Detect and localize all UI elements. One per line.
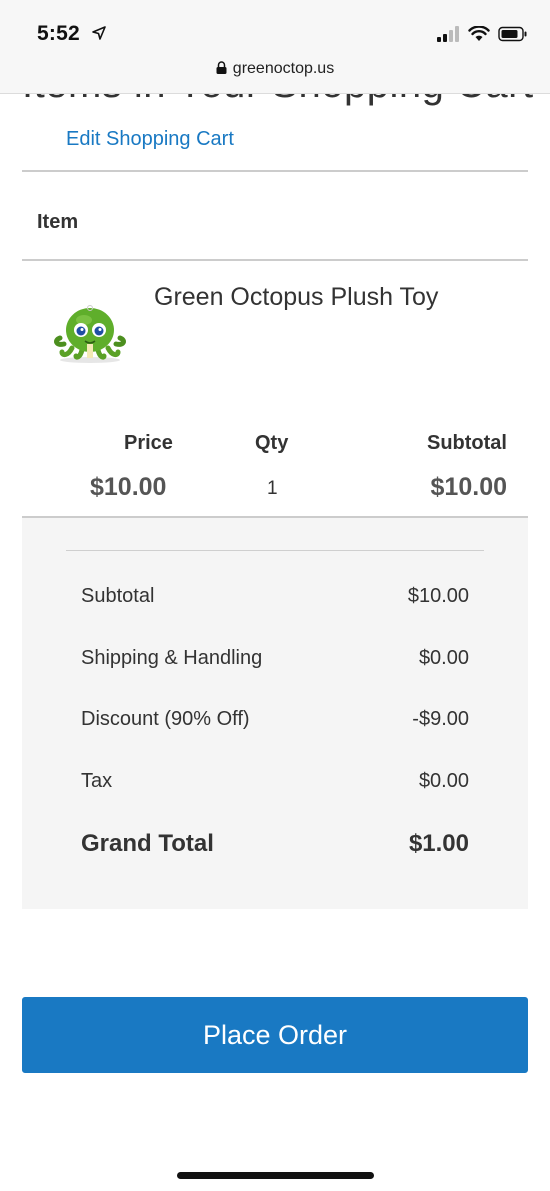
product-name[interactable]: Green Octopus Plush Toy bbox=[154, 283, 438, 312]
totals-row-discount: Discount (90% Off) -$9.00 bbox=[81, 708, 469, 731]
lock-icon bbox=[216, 61, 227, 74]
browser-chrome: 5:52 greenoctop.us bbox=[0, 0, 550, 94]
item-column-header: Item bbox=[37, 211, 79, 233]
totals-row-shipping: Shipping & Handling $0.00 bbox=[81, 647, 469, 670]
divider bbox=[22, 259, 528, 261]
qty-label: Qty bbox=[255, 432, 289, 454]
grand-total-row: Grand Total $1.00 bbox=[81, 830, 469, 858]
address-bar[interactable]: greenoctop.us bbox=[0, 60, 550, 78]
home-indicator[interactable] bbox=[177, 1172, 374, 1179]
edit-shopping-cart-link[interactable]: Edit Shopping Cart bbox=[66, 128, 234, 151]
divider bbox=[22, 170, 528, 172]
url-text: greenoctop.us bbox=[232, 60, 335, 77]
grand-total-value: $1.00 bbox=[408, 830, 469, 857]
totals-label: Shipping & Handling bbox=[81, 647, 263, 669]
totals-value: $0.00 bbox=[418, 770, 469, 792]
totals-label: Subtotal bbox=[81, 585, 155, 607]
totals-divider bbox=[66, 550, 484, 551]
grand-total-label: Grand Total bbox=[81, 830, 214, 857]
item-qty: 1 bbox=[267, 478, 278, 499]
totals-label: Discount (90% Off) bbox=[81, 708, 250, 730]
totals-value: $10.00 bbox=[407, 585, 469, 607]
battery-icon bbox=[498, 26, 527, 42]
status-icons bbox=[436, 24, 528, 44]
order-totals: Subtotal $10.00 Shipping & Handling $0.0… bbox=[22, 518, 528, 909]
totals-value: $0.00 bbox=[418, 647, 469, 669]
place-order-button[interactable]: Place Order bbox=[22, 997, 528, 1073]
wifi-icon bbox=[468, 26, 490, 41]
totals-row-subtotal: Subtotal $10.00 bbox=[81, 585, 469, 608]
price-label: Price bbox=[124, 432, 173, 454]
totals-value: -$9.00 bbox=[412, 708, 469, 730]
item-price: $10.00 bbox=[90, 473, 167, 501]
subtotal-label: Subtotal bbox=[427, 432, 507, 454]
cellular-signal-icon bbox=[437, 26, 459, 42]
location-arrow-icon bbox=[92, 26, 106, 40]
product-image[interactable] bbox=[52, 300, 128, 364]
item-subtotal: $10.00 bbox=[430, 473, 507, 501]
status-time: 5:52 bbox=[37, 22, 80, 45]
totals-row-tax: Tax $0.00 bbox=[81, 770, 469, 793]
totals-label: Tax bbox=[81, 770, 113, 792]
